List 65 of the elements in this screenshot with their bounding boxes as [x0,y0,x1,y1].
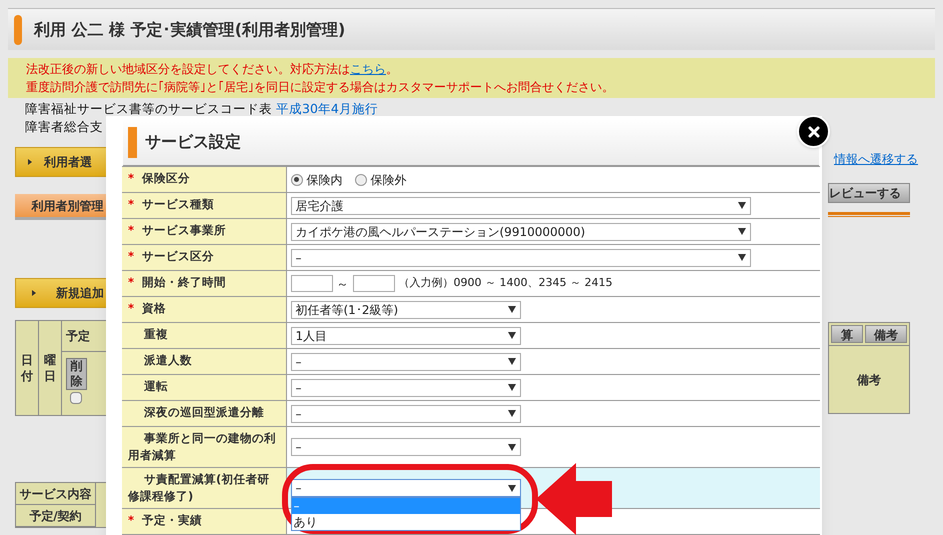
caret-icon [738,254,746,261]
caret-icon [738,202,746,209]
end-time-field[interactable] [352,275,394,292]
field-label: * サービス事業所 [122,218,286,244]
field-label: * 資格 [122,296,286,322]
caret-icon [508,444,516,450]
close-button[interactable] [797,115,830,148]
dialog-title: サービス設定 [145,131,241,153]
table-header-cell: 曜日 [39,321,62,415]
column-button[interactable]: 備考 [865,325,907,343]
info-link[interactable]: 平成30年4月施行 [276,100,378,118]
select-field[interactable]: – [290,378,520,396]
caret-icon [738,228,746,235]
chevron-icon [28,159,32,165]
start-time-field[interactable] [290,275,332,292]
select-field[interactable]: – [290,438,520,456]
page-title: 利用 公二 様 予定･実績管理(利用者別管理) [34,18,346,40]
chevron-icon [32,290,36,296]
header-accent-bar [128,126,137,158]
select-field[interactable]: – [290,479,520,497]
table-header-cell-text: 備考 [857,372,881,388]
input-example-text: （入力例）0900 ～ 1400、2345 ～ 2415 [398,275,612,292]
caret-icon [508,358,516,365]
select-field[interactable]: 1人目 [290,326,520,344]
caret-icon [508,384,516,391]
select-field[interactable]: – [290,352,520,370]
field-label: 運転 [122,374,286,400]
preview-button[interactable]: レビューする [828,183,910,203]
table-header-cell: 日付 [16,321,39,415]
transition-link[interactable]: 情報へ遷移する [834,150,918,168]
select-field[interactable]: 居宅介護 [290,196,750,214]
field-label: 重複 [122,322,286,348]
field-label: * 予定・実績 [122,508,286,534]
field-label: * サービス区分 [122,244,286,270]
select-field[interactable]: – [290,404,520,422]
delete-button[interactable]: 削除 [66,358,87,390]
table-header-cell: サービス内容 [16,483,96,505]
field-label: 事業所と同一の建物の利用者減算 [122,426,286,468]
select-field[interactable]: – [290,248,750,266]
dropdown-option[interactable]: あり [292,514,520,530]
notice-text: 法改正後の新しい地域区分を設定してください。対応方法は こちら。 [26,61,399,78]
column-button[interactable]: 算 [831,325,863,343]
notice-text: 重度訪問介護で訪問先に｢病院等｣と｢居宅｣を同日に設定する場合はカスタマーサポートへお問合せください。 [26,79,615,96]
caret-icon [508,410,516,417]
notice-link[interactable]: こちら [350,62,386,76]
caret-icon [508,306,516,313]
field-label: 派遣人数 [122,348,286,374]
info-text: 障害福祉サービス書等のサービスコード表 [25,100,272,118]
caret-icon [508,332,516,339]
range-separator: ～ [336,276,348,292]
close-icon [808,126,820,138]
table-header-cell: 予定/契約 [16,505,96,527]
field-label: * 保険区分 [122,166,286,192]
select-field[interactable]: カイポケ港の風ヘルパーステーション(9910000000) [290,222,750,240]
radio-option[interactable]: 保険外 [354,170,406,188]
header-accent-bar [14,14,22,44]
field-label: * 開始・終了時間 [122,270,286,296]
caret-icon [508,484,516,492]
select-field[interactable]: 初任者等(1･2級等) [290,300,520,318]
field-label: サ責配置減算(初任者研修課程修了) [122,468,286,508]
field-label: * サービス種類 [122,192,286,218]
checkbox[interactable] [70,392,82,404]
radio-option[interactable]: 保険内 [290,170,342,188]
field-label: 深夜の巡回型派遣分離 [122,400,286,426]
info-text: 障害者総合支 [25,118,103,136]
